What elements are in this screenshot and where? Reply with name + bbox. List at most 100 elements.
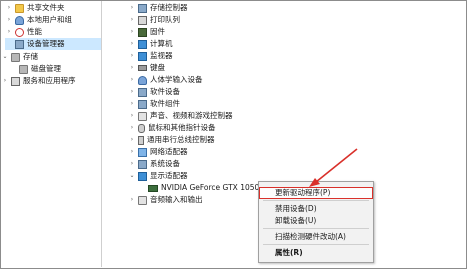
device-category-computer[interactable]: › 计算机 xyxy=(128,38,173,50)
tree-item-shared-folders[interactable]: › 共享文件夹 xyxy=(5,2,65,14)
collapse-arrow-icon[interactable]: ⌄ xyxy=(1,51,9,63)
tree-item-performance[interactable]: › 性能 xyxy=(5,26,42,38)
device-category-sound-video[interactable]: › 声音、视频和游戏控制器 xyxy=(128,110,233,122)
device-category-label: 系统设备 xyxy=(150,159,180,168)
expand-arrow-icon[interactable]: › xyxy=(128,98,136,110)
menu-item-uninstall-device[interactable]: 卸载设备(U) xyxy=(259,215,373,227)
device-category-usb[interactable]: › 通用串行总线控制器 xyxy=(128,134,215,146)
device-category-label: 鼠标和其他指针设备 xyxy=(148,123,216,132)
device-category-display-adapters[interactable]: ⌄ 显示适配器 xyxy=(128,170,188,182)
device-category-label: 声音、视频和游戏控制器 xyxy=(150,111,233,120)
device-category-audio-io[interactable]: › 音频输入和输出 xyxy=(128,194,203,206)
display-adapter-icon xyxy=(138,171,147,181)
expand-arrow-icon[interactable]: › xyxy=(128,50,136,62)
disk-management-icon xyxy=(19,64,28,74)
device-category-label: 键盘 xyxy=(150,63,165,72)
device-manager-icon xyxy=(15,39,24,49)
tree-item-label: 服务和应用程序 xyxy=(23,76,76,85)
device-category-label: 软件组件 xyxy=(150,99,180,108)
menu-item-properties[interactable]: 属性(R) xyxy=(259,247,373,259)
expand-arrow-icon[interactable]: › xyxy=(128,110,136,122)
device-category-label: 固件 xyxy=(150,27,165,36)
device-category-label: 网络适配器 xyxy=(150,147,188,156)
tree-item-local-users[interactable]: › 本地用户和组 xyxy=(5,14,72,26)
menu-item-scan-hardware[interactable]: 扫描检测硬件改动(A) xyxy=(259,231,373,243)
device-category-firmware[interactable]: › 固件 xyxy=(128,26,165,38)
menu-separator xyxy=(263,244,369,245)
device-category-label: 监视器 xyxy=(150,51,173,60)
print-queue-icon xyxy=(138,15,147,25)
device-category-network[interactable]: › 网络适配器 xyxy=(128,146,188,158)
menu-separator xyxy=(263,200,369,201)
keyboard-icon xyxy=(138,65,147,71)
device-category-storage-controllers[interactable]: › 存储控制器 xyxy=(128,2,188,14)
device-category-label: 打印队列 xyxy=(150,15,180,24)
tree-item-label: 本地用户和组 xyxy=(27,15,72,24)
audio-io-icon xyxy=(138,195,147,205)
mouse-icon xyxy=(138,123,145,133)
shared-folder-icon xyxy=(15,3,24,13)
device-category-label: 计算机 xyxy=(150,39,173,48)
storage-icon xyxy=(11,52,20,62)
tree-item-device-manager[interactable]: 设备管理器 xyxy=(5,38,101,50)
expand-arrow-icon[interactable]: › xyxy=(128,86,136,98)
software-component-icon xyxy=(138,99,147,109)
expand-arrow-icon[interactable]: › xyxy=(128,122,136,134)
gpu-icon xyxy=(148,184,158,192)
tree-item-services[interactable]: › 服务和应用程序 xyxy=(1,75,76,87)
tree-item-label: 性能 xyxy=(27,27,42,36)
system-device-icon xyxy=(138,159,147,169)
tree-item-label: 共享文件夹 xyxy=(27,3,65,12)
users-icon xyxy=(15,15,24,25)
device-category-monitors[interactable]: › 监视器 xyxy=(128,50,173,62)
tree-item-label: 磁盘管理 xyxy=(31,64,61,73)
expand-arrow-icon[interactable]: › xyxy=(128,194,136,206)
console-tree: › 共享文件夹 › 本地用户和组 › 性能 设备管理器 ⌄ 存储 磁盘管理 › … xyxy=(1,1,101,267)
expand-arrow-icon[interactable]: › xyxy=(1,75,9,87)
expand-arrow-icon[interactable]: › xyxy=(5,14,13,26)
menu-separator xyxy=(263,228,369,229)
device-category-label: 显示适配器 xyxy=(150,171,188,180)
device-category-label: 音频输入和输出 xyxy=(150,195,203,204)
device-category-label: 软件设备 xyxy=(150,87,180,96)
device-category-software-devices[interactable]: › 软件设备 xyxy=(128,86,180,98)
device-category-mice[interactable]: › 鼠标和其他指针设备 xyxy=(128,122,216,134)
hid-icon xyxy=(138,75,147,85)
expand-arrow-icon[interactable]: › xyxy=(128,38,136,50)
device-category-hid[interactable]: › 人体学输入设备 xyxy=(128,74,203,86)
usb-icon xyxy=(138,135,144,145)
device-item-gpu[interactable]: NVIDIA GeForce GTX 1050 Ti xyxy=(146,182,269,194)
tree-item-label: 存储 xyxy=(23,52,38,61)
device-category-print-queues[interactable]: › 打印队列 xyxy=(128,14,180,26)
expand-arrow-icon[interactable]: › xyxy=(128,158,136,170)
tree-item-label: 设备管理器 xyxy=(27,39,65,48)
expand-arrow-icon[interactable]: › xyxy=(128,26,136,38)
device-category-software-components[interactable]: › 软件组件 xyxy=(128,98,180,110)
expand-arrow-icon[interactable]: › xyxy=(128,74,136,86)
network-icon xyxy=(138,147,147,157)
tree-item-disk-management[interactable]: 磁盘管理 xyxy=(17,63,61,75)
device-category-label: 通用串行总线控制器 xyxy=(147,135,215,144)
expand-arrow-icon[interactable]: › xyxy=(128,14,136,26)
storage-controller-icon xyxy=(138,3,147,13)
expand-arrow-icon[interactable]: › xyxy=(128,146,136,158)
menu-item-update-driver[interactable]: 更新驱动程序(P) xyxy=(259,187,373,199)
tree-item-storage[interactable]: ⌄ 存储 xyxy=(1,51,38,63)
expand-arrow-icon[interactable]: › xyxy=(5,26,13,38)
device-category-system[interactable]: › 系统设备 xyxy=(128,158,180,170)
software-device-icon xyxy=(138,87,147,97)
device-category-keyboards[interactable]: › 键盘 xyxy=(128,62,165,74)
expand-arrow-icon[interactable]: › xyxy=(128,62,136,74)
services-icon xyxy=(11,76,20,86)
menu-item-disable-device[interactable]: 禁用设备(D) xyxy=(259,203,373,215)
expand-arrow-icon[interactable]: › xyxy=(128,2,136,14)
expand-arrow-icon[interactable]: › xyxy=(128,134,136,146)
device-category-label: 人体学输入设备 xyxy=(150,75,203,84)
expand-arrow-icon[interactable]: › xyxy=(5,2,13,14)
performance-icon xyxy=(15,27,24,37)
firmware-icon xyxy=(138,27,147,37)
monitor-icon xyxy=(138,51,147,61)
device-item-label: NVIDIA GeForce GTX 1050 Ti xyxy=(161,182,269,194)
collapse-arrow-icon[interactable]: ⌄ xyxy=(128,170,136,182)
device-category-label: 存储控制器 xyxy=(150,3,188,12)
